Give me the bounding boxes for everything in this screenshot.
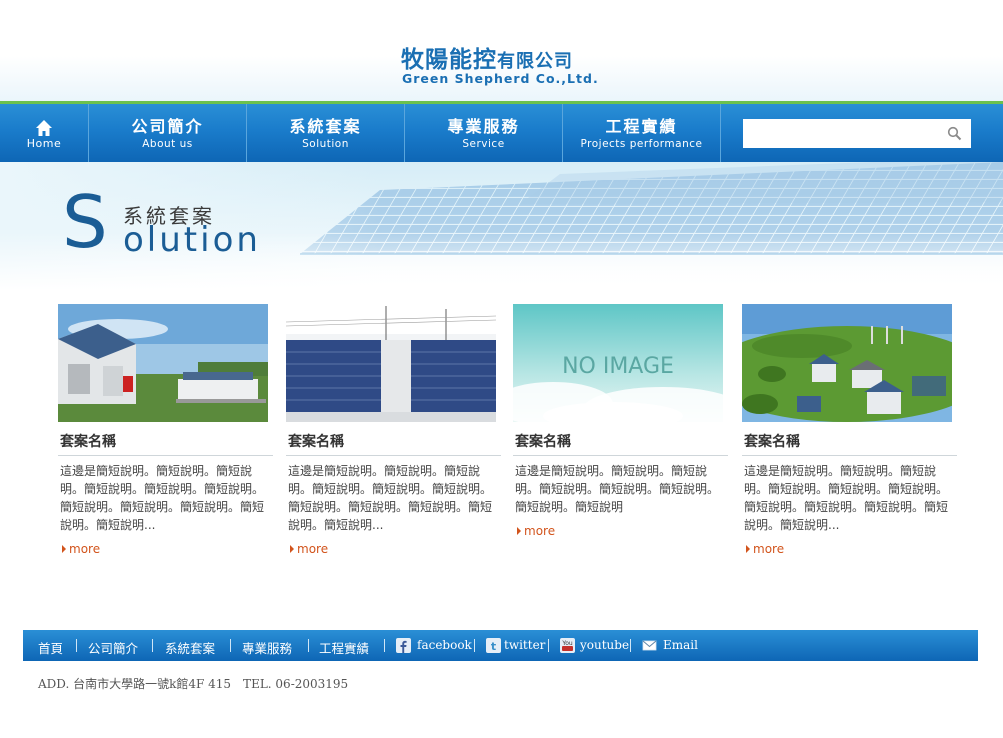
card-description: 這邊是簡短說明。簡短說明。簡短說明。簡短說明。簡短說明。簡短說明。簡短說明。簡短… [60, 464, 265, 532]
search-input[interactable] [749, 123, 943, 145]
youtube-icon[interactable]: You [560, 638, 575, 653]
footer-navigation: 首頁 公司簡介 系統套案 專業服務 工程實績 facebook t twitte… [23, 630, 978, 661]
nav-service-cn: 專業服務 [447, 117, 520, 136]
nav-home[interactable]: Home [0, 104, 89, 162]
company-address: ADD. 台南市大學路一號k館4F 415 TEL. 06-2003195 [38, 677, 349, 691]
footer-separator [152, 639, 153, 652]
main-navigation: Home 公司簡介 About us 系統套案 Solution 專業服務 Se… [0, 104, 1003, 162]
twitter-icon[interactable]: t [486, 638, 501, 653]
home-icon [36, 120, 52, 136]
card-description: 這邊是簡短說明。簡短說明。簡短說明。簡短說明。簡短說明。簡短說明。簡短說明。簡短… [744, 464, 949, 532]
card-title[interactable]: 套案名稱 [58, 431, 273, 456]
nav-projects-en: Projects performance [580, 138, 703, 150]
card-title[interactable]: 套案名稱 [513, 431, 728, 456]
arrow-right-icon [517, 527, 521, 535]
facebook-icon[interactable] [396, 638, 411, 653]
footer-separator [474, 639, 475, 652]
nav-about-en: About us [142, 138, 193, 150]
card-title[interactable]: 套案名稱 [742, 431, 957, 456]
house-solar-panels-image[interactable] [58, 304, 268, 422]
logo-name-main: 牧陽能控 [401, 47, 497, 73]
nav-service-en: Service [462, 138, 505, 150]
logo-name-suffix: 有限公司 [497, 51, 573, 72]
no-image-placeholder[interactable]: NO IMAGE [513, 304, 723, 422]
page-banner: S 系統套案 olution [0, 162, 1003, 290]
search-box [743, 119, 971, 148]
svg-text:t: t [491, 640, 496, 653]
footer-separator [308, 639, 309, 652]
footer-link-projects[interactable]: 工程實績 [319, 638, 369, 657]
more-link[interactable]: more [58, 542, 273, 556]
more-label: more [753, 542, 785, 556]
footer-link-service[interactable]: 專業服務 [242, 638, 292, 657]
more-link[interactable]: more [742, 542, 957, 556]
youtube-link[interactable]: youtube [580, 638, 629, 652]
footer-separator [630, 639, 631, 652]
nav-service[interactable]: 專業服務 Service [405, 104, 563, 162]
more-label: more [69, 542, 101, 556]
email-link[interactable]: Email [663, 638, 698, 652]
email-icon[interactable] [642, 638, 657, 653]
facebook-link[interactable]: facebook [417, 638, 472, 652]
footer-link-home[interactable]: 首頁 [38, 638, 63, 657]
search-icon[interactable] [947, 126, 962, 141]
nav-about-us[interactable]: 公司簡介 About us [89, 104, 247, 162]
solution-card: 套案名稱 這邊是簡短說明。簡短說明。簡短說明。簡短說明。簡短說明。簡短說明。簡短… [58, 304, 273, 556]
nav-solution[interactable]: 系統套案 Solution [247, 104, 405, 162]
solution-card: 套案名稱 這邊是簡短說明。簡短說明。簡短說明。簡短說明。簡短說明。簡短說明。簡短… [286, 304, 501, 556]
footer-separator [384, 639, 385, 652]
nav-about-cn: 公司簡介 [131, 117, 204, 136]
nav-solution-en: Solution [302, 138, 349, 150]
solution-card: 套案名稱 這邊是簡短說明。簡短說明。簡短說明。簡短說明。簡短說明。簡短說明。簡短… [742, 304, 957, 556]
arrow-right-icon [62, 545, 66, 553]
nav-solution-cn: 系統套案 [289, 117, 362, 136]
footer-separator [230, 639, 231, 652]
arrow-right-icon [746, 545, 750, 553]
footer-separator [76, 639, 77, 652]
arrow-right-icon [290, 545, 294, 553]
company-logo[interactable]: 牧陽能控有限公司 [401, 40, 661, 74]
banner-title-en: olution [123, 220, 261, 260]
more-label: more [297, 542, 329, 556]
card-description: 這邊是簡短說明。簡短說明。簡短說明。簡短說明。簡短說明。簡短說明。簡短說明。簡短… [288, 464, 493, 532]
footer-link-solution[interactable]: 系統套案 [165, 638, 215, 657]
nav-home-label: Home [26, 137, 62, 150]
solar-farm-image[interactable] [286, 304, 496, 422]
village-solar-image[interactable] [742, 304, 952, 422]
site-header: 牧陽能控有限公司 Green Shepherd Co.,Ltd. [0, 0, 1003, 102]
no-image-text: NO IMAGE [562, 354, 674, 379]
card-description: 這邊是簡短說明。簡短說明。簡短說明。簡短說明。簡短說明。簡短說明。簡短說明。簡短… [515, 464, 720, 514]
nav-projects-performance[interactable]: 工程實績 Projects performance [563, 104, 721, 162]
more-label: more [524, 524, 556, 538]
solution-card: NO IMAGE 套案名稱 這邊是簡短說明。簡短說明。簡短說明。簡短說明。簡短說… [513, 304, 728, 538]
nav-projects-cn: 工程實績 [605, 117, 678, 136]
banner-letter-s: S [62, 180, 108, 264]
logo-english-name: Green Shepherd Co.,Ltd. [402, 71, 599, 86]
footer-link-about[interactable]: 公司簡介 [88, 638, 138, 657]
more-link[interactable]: more [286, 542, 501, 556]
card-title[interactable]: 套案名稱 [286, 431, 501, 456]
footer-separator [548, 639, 549, 652]
more-link[interactable]: more [513, 524, 728, 538]
twitter-link[interactable]: twitter [504, 638, 545, 652]
svg-text:You: You [561, 640, 573, 647]
